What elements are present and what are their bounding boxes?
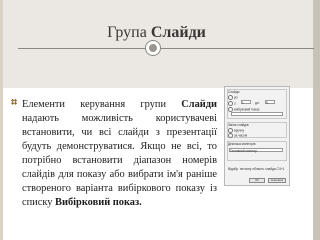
- body-part2: надають можливість користувачеві встанов…: [22, 113, 217, 208]
- option-manual-label: вручну: [234, 128, 245, 133]
- right-border: [313, 0, 320, 240]
- advance-label: Зміна слайдів: [228, 123, 249, 127]
- body-bold1: Слайди: [181, 99, 217, 110]
- body-bold2: Вибірковий показ.: [55, 197, 142, 208]
- monitor-value: Основний монітор: [230, 149, 257, 153]
- divider-circle-dot: [149, 44, 157, 52]
- monitor-select[interactable]: Основний монітор: [229, 148, 283, 153]
- title-divider: [18, 48, 314, 49]
- radio-range-icon: [228, 101, 233, 106]
- option-timing-label: за часом: [234, 133, 248, 138]
- slide-title: Група Слайди: [0, 24, 313, 42]
- radio-timing-icon: [228, 133, 233, 138]
- diamond-bullet-icon: [11, 99, 18, 105]
- ok-button[interactable]: OK: [249, 178, 265, 183]
- slide: Група Слайди Елементи керування групи Сл…: [0, 0, 320, 240]
- cancel-button[interactable]: Скасувати: [268, 178, 286, 183]
- group-label: Слайди: [228, 90, 240, 94]
- radio-all-icon: [228, 95, 233, 100]
- option-all[interactable]: усі: [228, 95, 238, 100]
- from-field[interactable]: 1: [241, 100, 251, 105]
- divider-circle-icon: [145, 40, 161, 56]
- option-from-label: з:: [234, 101, 237, 106]
- title-bold: Слайди: [150, 24, 206, 41]
- slide-show-dialog-screenshot: Слайди усі з: 1 до: 9 вибірковий показ: …: [224, 86, 290, 186]
- to-value: 9: [266, 101, 268, 105]
- to-field[interactable]: 9: [265, 100, 275, 105]
- custom-show-select[interactable]: [231, 112, 283, 116]
- option-timing[interactable]: за часом: [228, 133, 247, 138]
- body-part1: Елементи керування групи: [22, 99, 182, 110]
- from-value: 1: [242, 101, 244, 105]
- option-to-label: до:: [255, 101, 260, 105]
- option-range[interactable]: з:: [228, 101, 236, 106]
- monitors-label: Декілька моніторів: [228, 142, 256, 146]
- body-paragraph: Елементи керування групи Слайди надають …: [22, 98, 217, 210]
- title-prefix: Група: [107, 24, 151, 41]
- option-all-label: усі: [234, 95, 238, 100]
- option-custom-label: вибірковий показ:: [234, 107, 261, 112]
- dialog-note: Відобр. поточну область слайда СЧ+1: [228, 167, 285, 171]
